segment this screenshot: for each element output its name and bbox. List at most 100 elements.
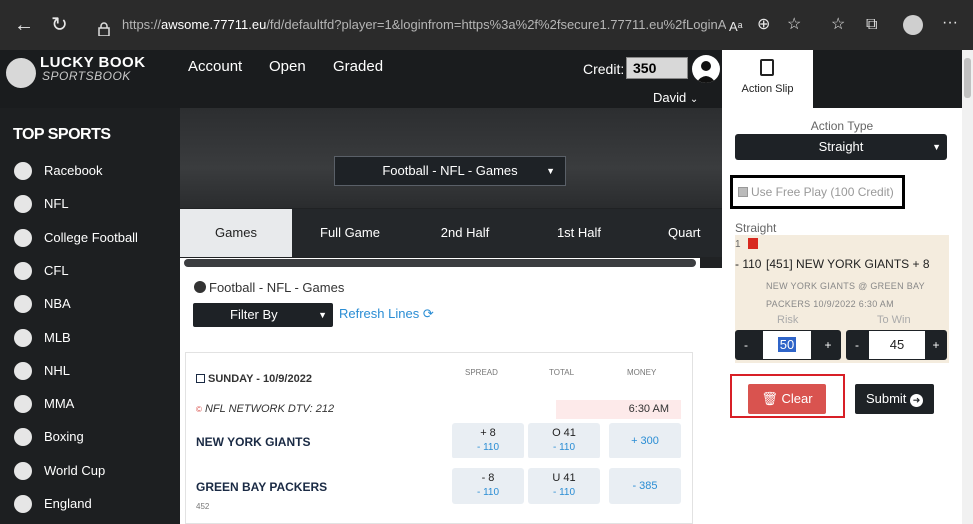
spread-line: + 8 [480,427,496,439]
bet-number: 1 [735,239,741,250]
tabs-scrollbar[interactable] [180,258,700,268]
caret-down-icon: ▼ [318,310,327,320]
refresh-lines-link[interactable]: Refresh Lines ⟳ [339,306,434,322]
free-play-checkbox[interactable] [738,187,748,197]
refresh-label: Refresh Lines [339,306,420,321]
read-aloud-icon[interactable]: Aᵃ [729,17,743,37]
sidebar-item-mlb[interactable]: MLB [14,327,180,349]
url-host: awsome.77711.eu [161,17,267,32]
sidebar-item-racebook[interactable]: Racebook [14,160,180,182]
football-helmet-icon [14,261,32,280]
add-favorite-icon[interactable]: ☆ [787,15,801,35]
trash-icon[interactable] [748,238,758,249]
sidebar-item-mma[interactable]: MMA [14,393,180,415]
page-scrollbar[interactable] [962,50,973,524]
nav-graded[interactable]: Graded [333,58,383,75]
user-menu[interactable]: David ⌄ [653,90,698,105]
sidebar-item-nfl[interactable]: NFL [14,193,180,215]
football-helmet-icon [194,281,206,293]
zoom-icon[interactable]: ⊕ [757,15,770,35]
to-win-input[interactable]: 45 [869,331,925,359]
url-prefix: https:// [122,17,162,32]
header-money: MONEY [627,368,657,377]
user-name: David [653,90,687,105]
sidebar-item-college-football[interactable]: College Football [14,227,180,249]
sidebar-item-label: CFL [44,262,69,278]
moneyline-button[interactable]: + 300 [609,423,681,459]
page-scrollbar-thumb[interactable] [964,58,971,98]
sidebar-item-nba[interactable]: NBA [14,293,180,315]
filter-dropdown[interactable]: Filter By ▼ [193,303,333,327]
scrollbar-thumb[interactable] [184,259,696,267]
tab-1st-half[interactable]: 1st Half [522,209,636,257]
soccer-ball-icon [14,461,32,480]
sidebar-item-world-cup[interactable]: World Cup [14,460,180,482]
to-win-stepper: - 45 + [846,330,947,360]
sidebar-item-boxing[interactable]: Boxing [14,426,180,448]
total-price: - 110 [552,442,576,453]
tab-games[interactable]: Games [180,209,292,257]
fist-icon [14,395,32,414]
basketball-icon [14,295,32,314]
football-helmet-icon [14,228,32,247]
game-date: SUNDAY - 10/9/2022 [196,373,312,385]
submit-button[interactable]: Submit ➜ [855,384,934,414]
total-odds-button[interactable]: O 41 - 110 [528,423,600,459]
sidebar-item-label: MMA [44,396,75,412]
calendar-icon [196,374,205,383]
address-bar[interactable]: https://awsome.77711.eu/fd/defaultfd?pla… [86,11,726,39]
football-logo-icon [1,53,41,93]
spread-price: - 110 [476,487,500,498]
win-decrement-button[interactable]: - [846,330,868,360]
risk-highlight-box [730,374,845,418]
sidebar-item-cfl[interactable]: CFL [14,260,180,282]
collections-icon[interactable]: ⧉ [866,15,877,35]
reload-icon[interactable]: ↻ [51,15,68,35]
tab-quarter[interactable]: Quart [636,209,722,257]
sidebar-item-england[interactable]: England [14,493,180,515]
free-play-option[interactable]: Use Free Play (100 Credit) [730,175,905,209]
lock-icon [98,18,110,37]
risk-decrement-button[interactable]: - [735,330,757,360]
breadcrumb-label: Football - NFL - Games [209,280,345,295]
action-type-value: Straight [818,139,864,154]
sidebar-item-nhl[interactable]: NHL [14,360,180,382]
more-menu-icon[interactable]: ··· [942,13,958,33]
sidebar-item-label: Boxing [44,429,84,445]
boxing-glove-icon [14,428,32,447]
back-icon[interactable]: ← [14,15,34,35]
risk-input[interactable]: 50 [763,331,811,359]
sports-sidebar: TOP SPORTS Racebook NFL College Football CF… [0,108,180,524]
credit-label: Credit: [583,61,625,77]
spread-odds-button[interactable]: - 8 - 110 [452,468,524,504]
tab-action-slip[interactable]: Action Slip [722,50,813,108]
spread-odds-button[interactable]: + 8 - 110 [452,423,524,459]
league-select[interactable]: Football - NFL - Games ▼ [334,156,566,186]
refresh-icon: ⟳ [422,306,434,321]
tab-2nd-half[interactable]: 2nd Half [408,209,522,257]
total-odds-button[interactable]: U 41 - 110 [528,468,600,504]
soccer-ball-icon [14,495,32,513]
favorites-icon[interactable]: ☆ [831,15,845,35]
moneyline-button[interactable]: - 385 [609,468,681,504]
sidebar-item-label: NHL [44,362,71,378]
win-increment-button[interactable]: + [925,330,947,360]
clipboard-icon [760,59,774,76]
game-time: 6:30 AM [556,400,681,419]
risk-stepper: - 50 + [735,330,841,360]
bet-matchup: NEW YORK GIANTS @ GREEN BAY PACKERS 10/9… [766,281,925,309]
filter-label: Filter By [230,307,278,322]
caret-down-icon: ▼ [546,166,555,176]
profile-icon[interactable] [903,15,923,35]
avatar[interactable] [692,55,720,83]
action-type-label: Action Type [810,119,874,133]
risk-increment-button[interactable]: + [817,330,839,360]
action-type-select[interactable]: Straight ▼ [735,134,947,160]
slip-tab-label: Action Slip [741,83,794,95]
nav-open[interactable]: Open [269,58,306,75]
tab-full-game[interactable]: Full Game [292,209,408,257]
nav-account[interactable]: Account [188,58,242,75]
period-tabs: Games Full Game 2nd Half 1st Half Quart [180,209,722,257]
sidebar-item-label: World Cup [44,462,106,478]
football-helmet-icon [14,195,32,214]
